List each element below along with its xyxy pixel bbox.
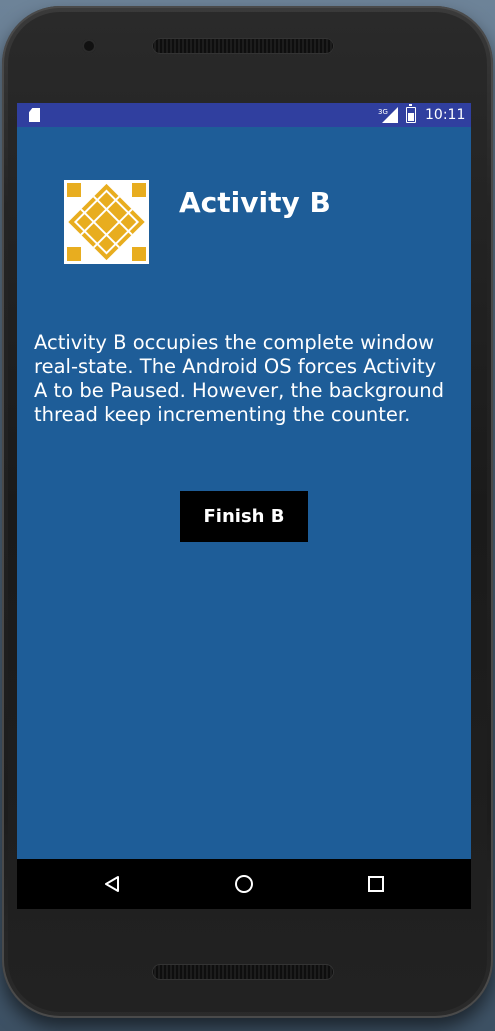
activity-title: Activity B (179, 186, 331, 219)
battery-icon (406, 104, 416, 123)
device-screen: 3G 10:11 Activity B Activity B occupies … (17, 103, 471, 909)
sd-card-icon (29, 108, 40, 122)
home-button[interactable] (229, 869, 259, 899)
recents-square-icon (368, 876, 384, 892)
navigation-bar (17, 859, 471, 909)
status-clock: 10:11 (425, 107, 466, 123)
app-logo-icon (64, 180, 149, 264)
activity-description: Activity B occupies the complete window … (34, 331, 445, 426)
back-triangle-icon (105, 876, 119, 892)
front-camera (82, 39, 96, 53)
home-circle-icon (235, 875, 253, 893)
bottom-speaker-grille (152, 964, 334, 980)
finish-b-button[interactable]: Finish B (180, 491, 308, 542)
network-type-label: 3G (378, 108, 388, 116)
back-button[interactable] (97, 869, 127, 899)
status-bar: 3G 10:11 (17, 103, 471, 127)
recents-button[interactable] (361, 869, 391, 899)
signal-icon: 3G (378, 107, 398, 123)
top-speaker-grille (152, 38, 334, 54)
